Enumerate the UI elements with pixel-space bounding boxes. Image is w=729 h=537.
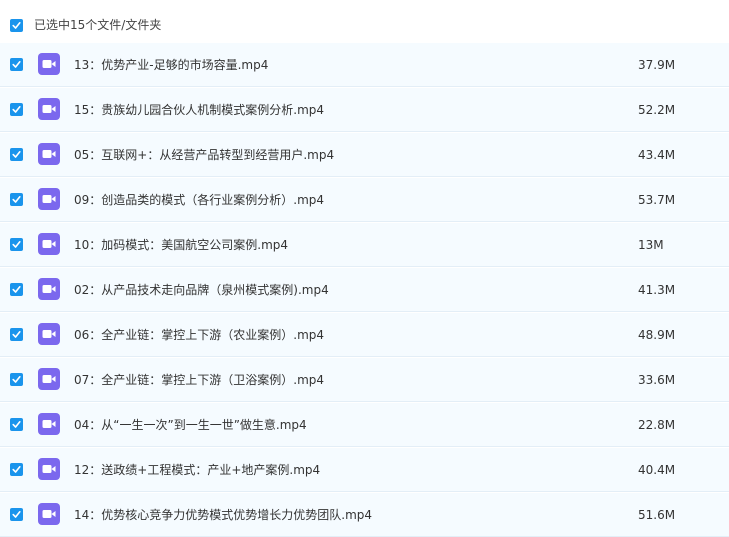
file-row[interactable]: 09：创造品类的模式（各行业案例分析）.mp4 53.7M	[0, 178, 729, 222]
file-checkbox[interactable]	[10, 148, 23, 161]
video-file-icon	[38, 188, 60, 210]
check-icon	[12, 240, 21, 248]
file-name[interactable]: 07：全产业链：掌控上下游（卫浴案例）.mp4	[74, 370, 324, 390]
file-checkbox[interactable]	[10, 463, 23, 476]
video-file-icon	[38, 413, 60, 435]
selection-count-label: 已选中15个文件/文件夹	[34, 18, 162, 32]
video-file-icon	[38, 233, 60, 255]
video-file-icon	[38, 98, 60, 120]
file-row[interactable]: 10：加码模式：美国航空公司案例.mp4 13M	[0, 223, 729, 267]
file-size: 48.9M	[638, 328, 676, 342]
file-checkbox[interactable]	[10, 373, 23, 386]
check-icon	[12, 375, 21, 383]
file-name[interactable]: 14：优势核心竞争力优势模式优势增长力优势团队.mp4	[74, 505, 372, 525]
file-size: 43.4M	[638, 148, 676, 162]
file-checkbox[interactable]	[10, 58, 23, 71]
video-file-icon	[38, 53, 60, 75]
file-row[interactable]: 12：送政绩+工程模式：产业+地产案例.mp4 40.4M	[0, 448, 729, 492]
file-row[interactable]: 15：贵族幼儿园合伙人机制模式案例分析.mp4 52.2M	[0, 88, 729, 132]
file-checkbox[interactable]	[10, 418, 23, 431]
file-row[interactable]: 04：从“一生一次”到一生一世”做生意.mp4 22.8M	[0, 403, 729, 447]
file-size: 41.3M	[638, 283, 676, 297]
file-name[interactable]: 05：互联网+：从经营产品转型到经营用户.mp4	[74, 145, 334, 165]
file-size: 33.6M	[638, 373, 676, 387]
file-name[interactable]: 09：创造品类的模式（各行业案例分析）.mp4	[74, 190, 324, 210]
file-size: 51.6M	[638, 508, 676, 522]
file-name[interactable]: 04：从“一生一次”到一生一世”做生意.mp4	[74, 415, 307, 435]
file-name[interactable]: 15：贵族幼儿园合伙人机制模式案例分析.mp4	[74, 100, 324, 120]
file-checkbox[interactable]	[10, 193, 23, 206]
video-file-icon	[38, 143, 60, 165]
file-name[interactable]: 10：加码模式：美国航空公司案例.mp4	[74, 235, 288, 255]
check-icon	[12, 330, 21, 338]
file-row[interactable]: 06：全产业链：掌控上下游（农业案例）.mp4 48.9M	[0, 313, 729, 357]
file-name[interactable]: 06：全产业链：掌控上下游（农业案例）.mp4	[74, 325, 324, 345]
check-icon	[12, 465, 21, 473]
file-row[interactable]: 07：全产业链：掌控上下游（卫浴案例）.mp4 33.6M	[0, 358, 729, 402]
check-icon	[12, 285, 21, 293]
file-size: 53.7M	[638, 193, 676, 207]
file-size: 13M	[638, 238, 664, 252]
file-row[interactable]: 14：优势核心竞争力优势模式优势增长力优势团队.mp4 51.6M	[0, 493, 729, 537]
check-icon	[12, 150, 21, 158]
check-icon	[12, 195, 21, 203]
file-row[interactable]: 02：从产品技术走向品牌（泉州模式案例).mp4 41.3M	[0, 268, 729, 312]
check-icon	[12, 21, 21, 29]
video-file-icon	[38, 368, 60, 390]
selection-header: 已选中15个文件/文件夹	[0, 0, 729, 45]
select-all-checkbox[interactable]	[10, 19, 23, 32]
file-row[interactable]: 05：互联网+：从经营产品转型到经营用户.mp4 43.4M	[0, 133, 729, 177]
file-checkbox[interactable]	[10, 238, 23, 251]
check-icon	[12, 105, 21, 113]
video-file-icon	[38, 278, 60, 300]
file-size: 40.4M	[638, 463, 676, 477]
file-size: 52.2M	[638, 103, 676, 117]
video-file-icon	[38, 458, 60, 480]
file-size: 22.8M	[638, 418, 676, 432]
file-name[interactable]: 13：优势产业-足够的市场容量.mp4	[74, 55, 268, 75]
file-checkbox[interactable]	[10, 328, 23, 341]
file-checkbox[interactable]	[10, 103, 23, 116]
file-checkbox[interactable]	[10, 508, 23, 521]
video-file-icon	[38, 503, 60, 525]
file-checkbox[interactable]	[10, 283, 23, 296]
video-file-icon	[38, 323, 60, 345]
check-icon	[12, 60, 21, 68]
file-size: 37.9M	[638, 58, 676, 72]
file-row[interactable]: 13：优势产业-足够的市场容量.mp4 37.9M	[0, 43, 729, 87]
file-name[interactable]: 12：送政绩+工程模式：产业+地产案例.mp4	[74, 460, 320, 480]
check-icon	[12, 510, 21, 518]
check-icon	[12, 420, 21, 428]
file-name[interactable]: 02：从产品技术走向品牌（泉州模式案例).mp4	[74, 280, 329, 300]
